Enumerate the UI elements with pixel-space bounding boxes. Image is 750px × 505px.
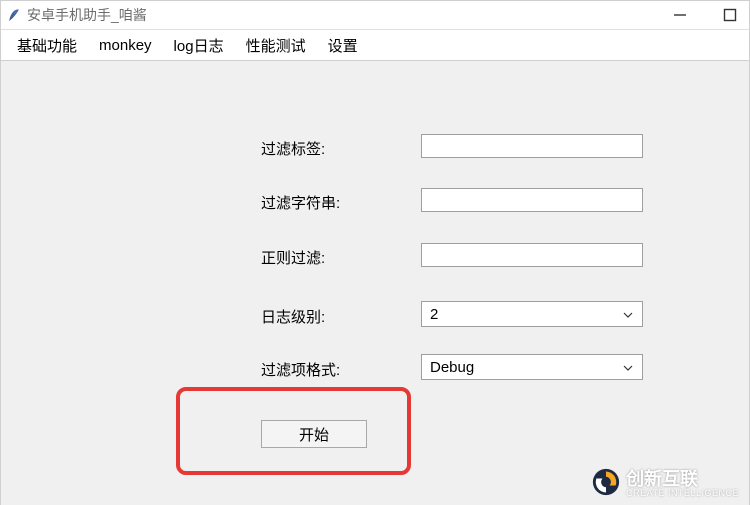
filter-string-label: 过滤字符串:	[261, 192, 340, 213]
menubar: 基础功能 monkey log日志 性能测试 设置	[1, 30, 749, 61]
row-filter-format: 过滤项格式:	[261, 359, 340, 380]
window-title: 安卓手机助手_咱酱	[27, 5, 147, 25]
chevron-down-icon	[622, 308, 634, 320]
chevron-down-icon	[622, 361, 634, 373]
menu-basic[interactable]: 基础功能	[17, 35, 77, 56]
filter-format-value: Debug	[430, 359, 474, 376]
watermark-subtitle: CREATE INTELLIGENCE	[626, 489, 739, 498]
watermark: 创新互联 CREATE INTELLIGENCE	[592, 465, 739, 498]
minimize-button[interactable]	[673, 8, 687, 22]
filter-string-input[interactable]	[421, 188, 643, 212]
filter-tag-input[interactable]	[421, 134, 643, 158]
start-button[interactable]: 开始	[261, 420, 367, 448]
app-icon	[7, 8, 21, 22]
log-level-value: 2	[430, 306, 438, 323]
window-controls	[673, 1, 737, 29]
filter-format-select[interactable]: Debug	[421, 354, 643, 380]
menu-log[interactable]: log日志	[174, 35, 224, 56]
row-regex-filter: 正则过滤:	[261, 247, 325, 268]
start-button-label: 开始	[299, 424, 329, 445]
menu-settings[interactable]: 设置	[328, 35, 358, 56]
maximize-button[interactable]	[723, 8, 737, 22]
app-window: 安卓手机助手_咱酱 基础功能 monkey log日志 性能测试 设置 过滤标签…	[0, 0, 750, 505]
row-log-level: 日志级别:	[261, 306, 325, 327]
log-level-label: 日志级别:	[261, 306, 325, 327]
watermark-logo-icon	[592, 468, 620, 496]
menu-monkey[interactable]: monkey	[99, 37, 152, 54]
filter-format-label: 过滤项格式:	[261, 359, 340, 380]
regex-filter-label: 正则过滤:	[261, 247, 325, 268]
row-filter-string: 过滤字符串:	[261, 192, 340, 213]
menu-perf[interactable]: 性能测试	[246, 35, 306, 56]
titlebar: 安卓手机助手_咱酱	[1, 1, 749, 30]
watermark-text: 创新互联 CREATE INTELLIGENCE	[626, 465, 739, 498]
row-filter-tag: 过滤标签:	[261, 138, 325, 159]
watermark-brand: 创新互联	[626, 469, 698, 489]
client-area: 过滤标签: 过滤字符串: 正则过滤: 日志级别: 2 过滤项格式: Debug	[1, 61, 749, 505]
log-level-select[interactable]: 2	[421, 301, 643, 327]
regex-filter-input[interactable]	[421, 243, 643, 267]
filter-tag-label: 过滤标签:	[261, 138, 325, 159]
